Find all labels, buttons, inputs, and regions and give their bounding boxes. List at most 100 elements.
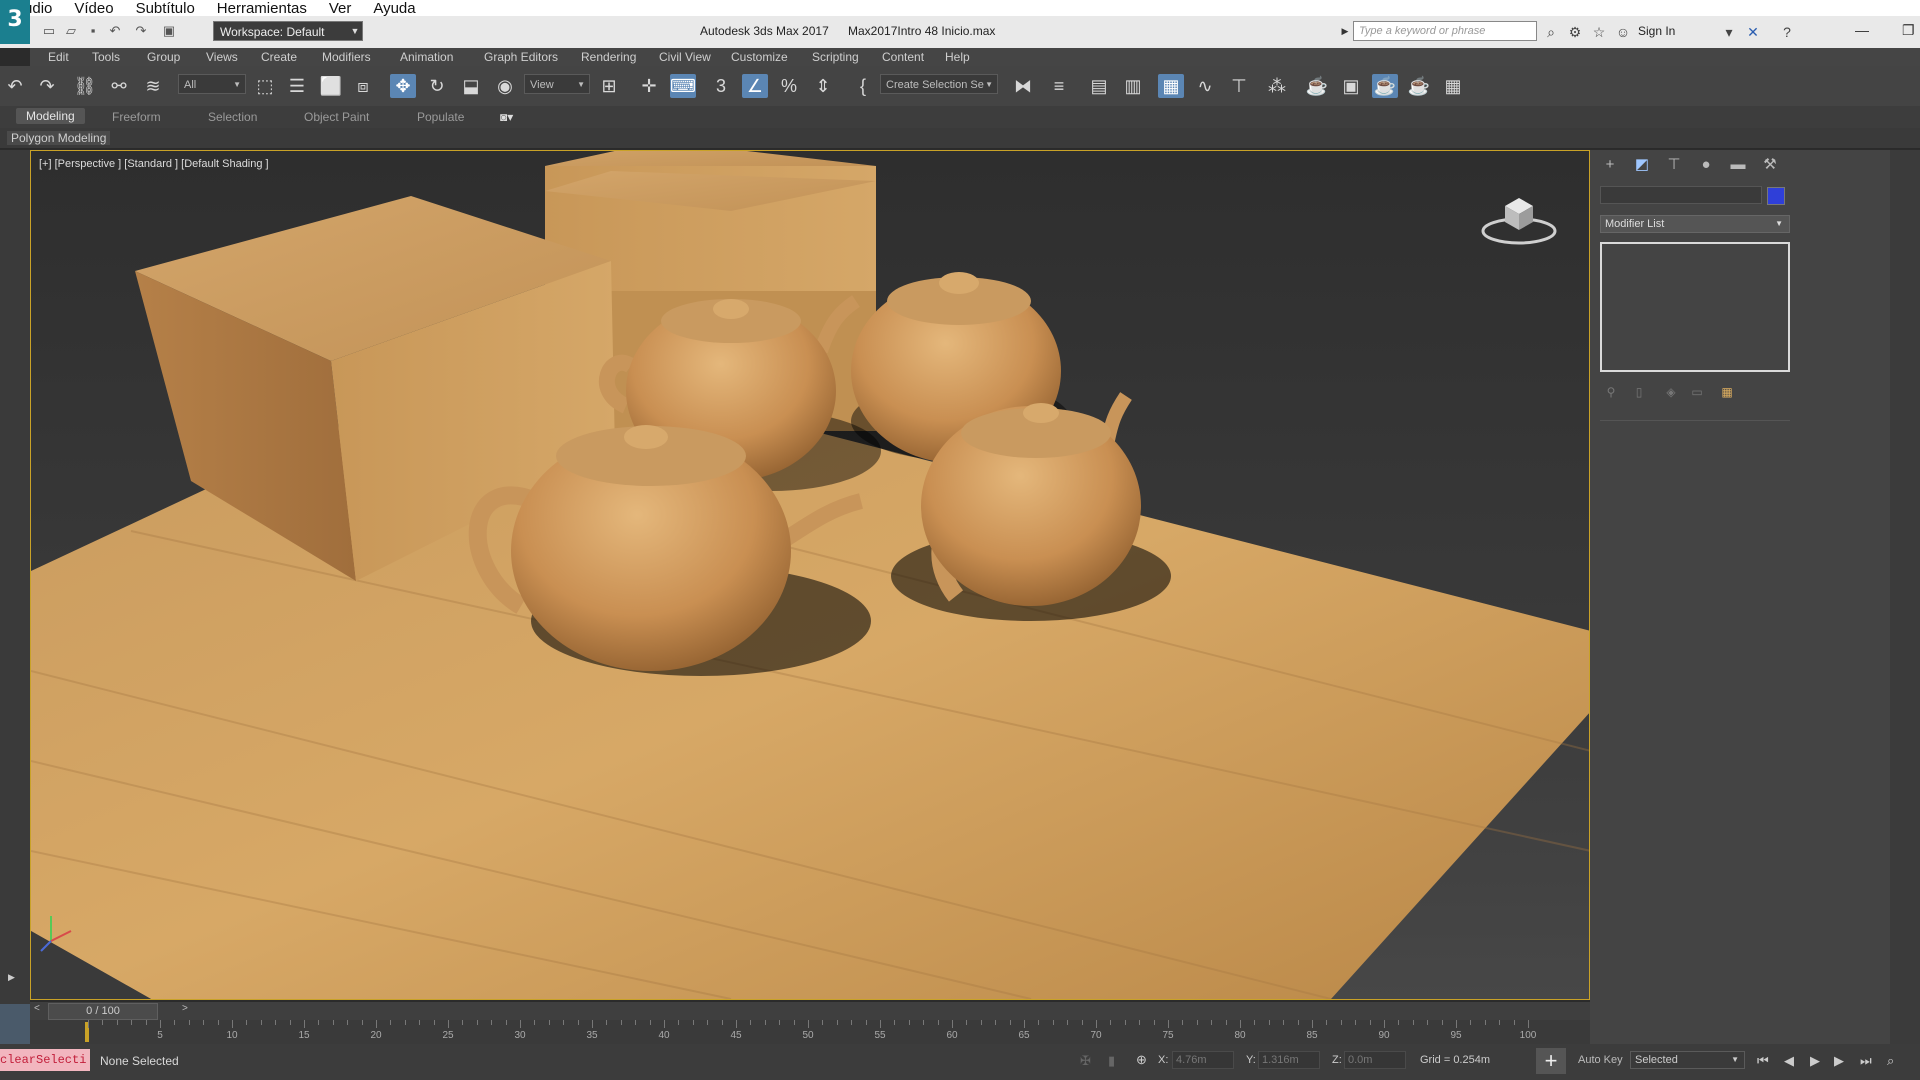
tab-modeling[interactable]: Modeling — [16, 108, 85, 124]
layer-explorer-icon[interactable]: ▥ — [1120, 74, 1146, 98]
menu-graph-editors[interactable]: Graph Editors — [484, 50, 558, 64]
go-to-end-icon[interactable]: ⏭ — [1860, 1053, 1872, 1069]
tab-object-paint[interactable]: Object Paint — [304, 110, 369, 124]
menu-customize[interactable]: Customize — [731, 50, 788, 64]
selection-filter-dropdown[interactable]: All ▼ — [178, 74, 246, 94]
selection-set-dropdown[interactable]: Create Selection Se ▼ — [880, 74, 998, 94]
hierarchy-tab-icon[interactable]: ⊤ — [1662, 154, 1686, 176]
auto-key-button[interactable]: Auto Key — [1578, 1054, 1623, 1066]
material-editor-icon[interactable]: ⁂ — [1264, 74, 1290, 98]
rect-region-icon[interactable]: ⬜ — [318, 74, 344, 98]
object-name-field[interactable] — [1600, 186, 1762, 204]
track-bar[interactable]: 0510152025303540455055606570758085909510… — [30, 1020, 1590, 1044]
subscription-icon[interactable]: ⚙ — [1566, 23, 1584, 41]
display-tab-icon[interactable]: ▬ — [1726, 154, 1750, 176]
play-icon[interactable]: ▶ — [1810, 1053, 1820, 1069]
percent-snap-icon[interactable]: % — [776, 74, 802, 98]
workspace-dropdown[interactable]: Workspace: Default — [213, 21, 363, 41]
rendered-frame-icon[interactable]: ▣ — [1338, 74, 1364, 98]
select-by-name-icon[interactable]: ☰ — [284, 74, 310, 98]
binoculars-icon[interactable]: ⌕ — [1542, 23, 1560, 41]
pin-stack-icon[interactable]: ⚲ — [1602, 383, 1620, 401]
unlink-icon[interactable]: ⚯ — [106, 74, 132, 98]
menu-content[interactable]: Content — [882, 50, 924, 64]
add-time-tag-icon[interactable]: + — [1536, 1048, 1566, 1074]
modifier-stack[interactable] — [1600, 242, 1790, 372]
menu-help[interactable]: Help — [945, 50, 970, 64]
render-icon[interactable]: ☕ — [1372, 74, 1398, 98]
redo-quick-icon[interactable]: ↷ — [132, 22, 150, 40]
render-setup-icon[interactable]: ☕ — [1304, 74, 1330, 98]
make-unique-icon[interactable]: ◈ — [1662, 383, 1680, 401]
scale-icon[interactable]: ⬓ — [458, 74, 484, 98]
angle-snap-icon[interactable]: ∠ — [742, 74, 768, 98]
pivot-icon[interactable]: ⊞ — [596, 74, 622, 98]
key-filter-dropdown[interactable]: Selected ▼ — [1630, 1051, 1745, 1069]
menu-tools[interactable]: Tools — [92, 50, 120, 64]
previous-frame-icon[interactable]: ◀ — [1784, 1053, 1794, 1069]
scene-explorer-icon[interactable]: ▤ — [1086, 74, 1112, 98]
app-logo[interactable]: 3 — [0, 0, 30, 44]
time-slider[interactable]: < 0 / 100 > — [30, 1002, 1590, 1020]
selection-lock-icon[interactable]: ▮ — [1108, 1053, 1115, 1069]
align-icon[interactable]: ≡ — [1046, 74, 1072, 98]
maxscript-listener[interactable]: clearSelecti — [0, 1049, 90, 1071]
menu-views[interactable]: Views — [206, 50, 238, 64]
move-icon[interactable]: ✥ — [390, 74, 416, 98]
perspective-viewport[interactable]: [+] [Perspective ] [Standard ] [Default … — [30, 150, 1590, 1000]
place-icon[interactable]: ◉ — [492, 74, 518, 98]
next-frame-icon[interactable]: > — [182, 1003, 188, 1014]
zoom-icon[interactable]: ⌕ — [1887, 1053, 1894, 1069]
motion-tab-icon[interactable]: ● — [1694, 154, 1718, 176]
modifier-list-dropdown[interactable]: Modifier List ▼ — [1600, 215, 1790, 233]
menu-civil-view[interactable]: Civil View — [659, 50, 711, 64]
menu-scripting[interactable]: Scripting — [812, 50, 859, 64]
viewport-layout-strip[interactable]: ▶ — [0, 150, 30, 1000]
keyboard-shortcut-icon[interactable]: ⌨ — [670, 74, 696, 98]
schematic-icon[interactable]: ⊤ — [1226, 74, 1252, 98]
ribbon-options-icon[interactable]: ◙▾ — [500, 110, 513, 124]
search-expand-icon[interactable]: ▶ — [1338, 21, 1352, 41]
viewport-label[interactable]: [+] [Perspective ] [Standard ] [Default … — [39, 158, 269, 170]
polygon-modeling-panel[interactable]: Polygon Modeling — [7, 131, 111, 145]
show-end-result-icon[interactable]: ▯ — [1630, 383, 1648, 401]
mini-curve-toggle[interactable] — [0, 1000, 30, 1050]
z-coord-field[interactable]: 0.0m — [1344, 1051, 1406, 1069]
next-frame-icon[interactable]: ▶ — [1834, 1053, 1844, 1069]
modify-tab-icon[interactable]: ◩ — [1630, 154, 1654, 176]
prev-frame-icon[interactable]: < — [34, 1003, 40, 1014]
tab-freeform[interactable]: Freeform — [112, 110, 161, 124]
go-to-start-icon[interactable]: ⏮ — [1757, 1053, 1769, 1069]
save-file-icon[interactable]: ▪ — [84, 22, 102, 40]
object-color-swatch[interactable] — [1767, 187, 1785, 205]
exchange-apps-icon[interactable]: ✕ — [1744, 23, 1762, 41]
project-folder-icon[interactable]: ▣ — [160, 22, 178, 40]
menu-animation[interactable]: Animation — [400, 50, 453, 64]
menu-edit[interactable]: Edit — [48, 50, 69, 64]
menu-subtitle[interactable]: Subtítulo — [136, 0, 195, 17]
undo-quick-icon[interactable]: ↶ — [106, 22, 124, 40]
viewcube-icon[interactable] — [1479, 186, 1559, 246]
menu-video[interactable]: Vídeo — [74, 0, 113, 17]
link-icon[interactable]: ⛓ — [72, 74, 98, 98]
menu-help[interactable]: Ayuda — [373, 0, 415, 17]
time-slider-thumb[interactable]: 0 / 100 — [48, 1003, 158, 1020]
menu-tools[interactable]: Herramientas — [217, 0, 307, 17]
new-scene-icon[interactable]: ▭ — [40, 22, 58, 40]
redo-icon[interactable]: ↷ — [34, 74, 60, 98]
utilities-tab-icon[interactable]: ⚒ — [1758, 154, 1782, 176]
restore-icon[interactable]: ❐ — [1902, 22, 1915, 39]
sign-in-link[interactable]: Sign In — [1638, 24, 1675, 38]
undo-icon[interactable]: ↶ — [2, 74, 28, 98]
tab-populate[interactable]: Populate — [417, 110, 464, 124]
curve-editor-icon[interactable]: ∿ — [1192, 74, 1218, 98]
tab-selection[interactable]: Selection — [208, 110, 257, 124]
select-object-icon[interactable]: ⬚ — [252, 74, 278, 98]
favorites-star-icon[interactable]: ☆ — [1590, 23, 1608, 41]
render-gallery-icon[interactable]: ▦ — [1440, 74, 1466, 98]
expand-icon[interactable]: ▶ — [8, 972, 15, 983]
manipulate-icon[interactable]: ✛ — [636, 74, 662, 98]
create-tab-icon[interactable]: + — [1598, 154, 1622, 176]
configure-modifier-sets-icon[interactable]: ▦ — [1718, 383, 1736, 401]
isolate-selection-icon[interactable]: ✠ — [1080, 1053, 1091, 1069]
